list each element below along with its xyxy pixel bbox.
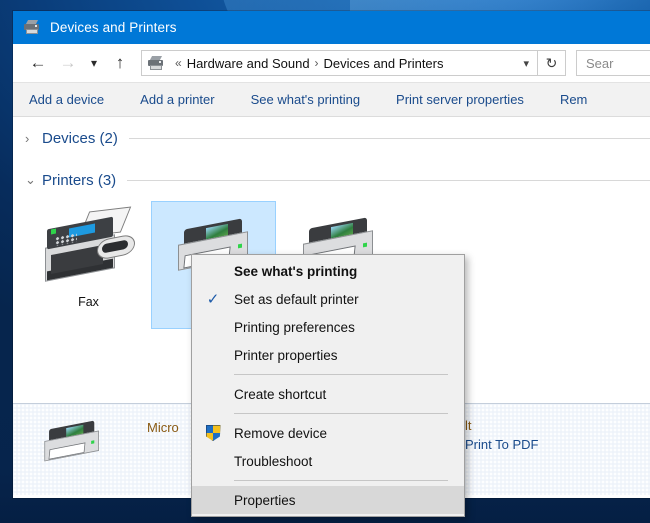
menu-item-see-whats-printing[interactable]: See what's printing: [192, 257, 464, 285]
details-device-name-line1: Micro: [147, 418, 179, 437]
up-button[interactable]: ↑: [105, 49, 135, 77]
details-device-name: Micro: [147, 418, 179, 437]
printer-tile-label: Fax: [78, 295, 99, 309]
back-button[interactable]: ←: [23, 49, 53, 77]
breadcrumb-item-devices-and-printers[interactable]: Devices and Printers: [324, 56, 444, 71]
chevron-right-icon[interactable]: ›: [25, 131, 42, 146]
menu-separator: [234, 413, 448, 414]
address-bar[interactable]: « Hardware and Sound › Devices and Print…: [141, 50, 538, 76]
breadcrumb-separator-icon: ›: [310, 56, 324, 70]
breadcrumb-item-hardware-and-sound[interactable]: Hardware and Sound: [187, 56, 310, 71]
printer-icon: [148, 56, 165, 71]
see-whats-printing-button[interactable]: See what's printing: [233, 92, 378, 107]
menu-gutter: [192, 425, 234, 441]
menu-item-label: Properties: [234, 493, 296, 508]
navigation-bar: ← → ▾ ↑ « Hardware and Sound › Devices a…: [13, 44, 650, 82]
menu-item-label: Set as default printer: [234, 292, 359, 307]
command-bar: Add a device Add a printer See what's pr…: [13, 82, 650, 117]
recent-locations-button[interactable]: ▾: [83, 49, 105, 77]
window-titlebar: Devices and Printers: [13, 11, 650, 44]
context-menu: See what's printing ✓ Set as default pri…: [191, 254, 465, 517]
menu-separator: [234, 480, 448, 481]
menu-item-label: Remove device: [234, 426, 327, 441]
menu-item-remove-device[interactable]: Remove device: [192, 419, 464, 447]
menu-item-troubleshoot[interactable]: Troubleshoot: [192, 447, 464, 475]
chevron-down-icon[interactable]: ▾: [515, 57, 537, 70]
print-server-properties-button[interactable]: Print server properties: [378, 92, 542, 107]
menu-item-properties[interactable]: Properties: [192, 486, 464, 514]
remove-device-button[interactable]: Rem: [542, 92, 605, 107]
details-right-line2: Print To PDF: [465, 437, 538, 452]
group-title-devices: Devices (2): [42, 130, 118, 147]
printer-icon: [35, 414, 131, 492]
window-title: Devices and Printers: [50, 20, 177, 35]
devices-and-printers-window: Devices and Printers ← → ▾ ↑ « Hardware …: [13, 11, 650, 498]
add-a-printer-button[interactable]: Add a printer: [122, 92, 232, 107]
check-icon: ✓: [207, 292, 220, 307]
group-header-printers[interactable]: ⌄ Printers (3): [13, 159, 650, 201]
menu-item-label: Printer properties: [234, 348, 338, 363]
menu-item-label: Troubleshoot: [234, 454, 312, 469]
search-input[interactable]: Sear: [576, 50, 650, 76]
uac-shield-icon: [206, 425, 221, 441]
menu-item-create-shortcut[interactable]: Create shortcut: [192, 380, 464, 408]
menu-item-printer-properties[interactable]: Printer properties: [192, 341, 464, 369]
group-header-devices[interactable]: › Devices (2): [13, 117, 650, 159]
group-title-printers: Printers (3): [42, 172, 116, 189]
group-divider: [127, 180, 650, 181]
breadcrumb-overflow-icon[interactable]: «: [170, 56, 187, 70]
refresh-button[interactable]: ↻: [538, 50, 566, 76]
menu-item-label: See what's printing: [234, 264, 357, 279]
forward-button[interactable]: →: [53, 49, 83, 77]
details-right-line1: lt: [465, 418, 472, 433]
menu-item-label: Create shortcut: [234, 387, 326, 402]
printer-tile-fax[interactable]: Fax: [26, 201, 151, 329]
chevron-down-icon[interactable]: ⌄: [25, 172, 42, 188]
group-divider: [129, 138, 650, 139]
fax-machine-icon: [41, 209, 137, 287]
menu-item-label: Printing preferences: [234, 320, 355, 335]
menu-item-set-as-default-printer[interactable]: ✓ Set as default printer: [192, 285, 464, 313]
menu-separator: [234, 374, 448, 375]
add-a-device-button[interactable]: Add a device: [29, 92, 122, 107]
printer-icon: [24, 20, 41, 35]
menu-item-printing-preferences[interactable]: Printing preferences: [192, 313, 464, 341]
menu-gutter: ✓: [192, 292, 234, 307]
